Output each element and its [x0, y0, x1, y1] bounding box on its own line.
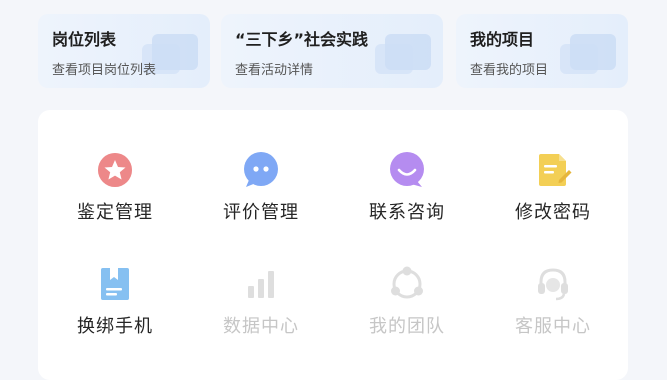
- menu-item-label: 修改密码: [515, 202, 591, 223]
- menu-item-label: 我的团队: [369, 316, 445, 337]
- menu-item-label: 评价管理: [223, 202, 299, 223]
- edit-document-icon: [539, 154, 572, 186]
- card-job-list[interactable]: 岗位列表 查看项目岗位列表: [38, 14, 210, 88]
- card-my-projects[interactable]: 我的项目 查看我的项目: [456, 14, 628, 88]
- menu-item-rebind-phone[interactable]: 换绑手机: [50, 264, 180, 354]
- card-subtitle: 查看我的项目: [470, 63, 549, 78]
- headset-icon: [538, 268, 568, 301]
- menu-item-service-center[interactable]: 客服中心: [488, 264, 618, 354]
- menu-item-label: 数据中心: [223, 316, 299, 337]
- quick-cards: 岗位列表 查看项目岗位列表 “三下乡”社会实践 查看活动详情 我的项目 查看我的…: [38, 14, 628, 88]
- menu-item-consult[interactable]: 联系咨询: [342, 150, 472, 240]
- menu-item-appraisal[interactable]: 鉴定管理: [50, 150, 180, 240]
- function-panel: 鉴定管理 评价管理 联系咨询 修改密码 换绑手机 数据中心 我的团队 客服中心: [38, 110, 628, 380]
- star-badge-icon: [98, 153, 132, 187]
- team-cycle-icon: [391, 266, 423, 299]
- menu-item-data-center[interactable]: 数据中心: [196, 264, 326, 354]
- smile-bubble-icon: [390, 152, 424, 187]
- menu-item-my-team[interactable]: 我的团队: [342, 264, 472, 354]
- chat-bubble-icon: [244, 152, 278, 187]
- menu-item-label: 换绑手机: [77, 316, 153, 337]
- menu-item-label: 客服中心: [515, 316, 591, 337]
- menu-item-label: 鉴定管理: [77, 202, 153, 223]
- card-title: 我的项目: [470, 30, 535, 49]
- bookmark-document-icon: [101, 268, 129, 300]
- card-subtitle: 查看项目岗位列表: [52, 63, 157, 78]
- card-title: “三下乡”社会实践: [235, 30, 369, 49]
- card-title: 岗位列表: [52, 30, 117, 49]
- menu-item-label: 联系咨询: [369, 202, 445, 223]
- card-decoration: [375, 44, 413, 74]
- card-subtitle: 查看活动详情: [235, 63, 314, 78]
- card-social-practice[interactable]: “三下乡”社会实践 查看活动详情: [221, 14, 443, 88]
- menu-item-evaluation[interactable]: 评价管理: [196, 150, 326, 240]
- bar-chart-icon: [248, 271, 274, 298]
- menu-item-change-password[interactable]: 修改密码: [488, 150, 618, 240]
- card-decoration: [560, 44, 598, 74]
